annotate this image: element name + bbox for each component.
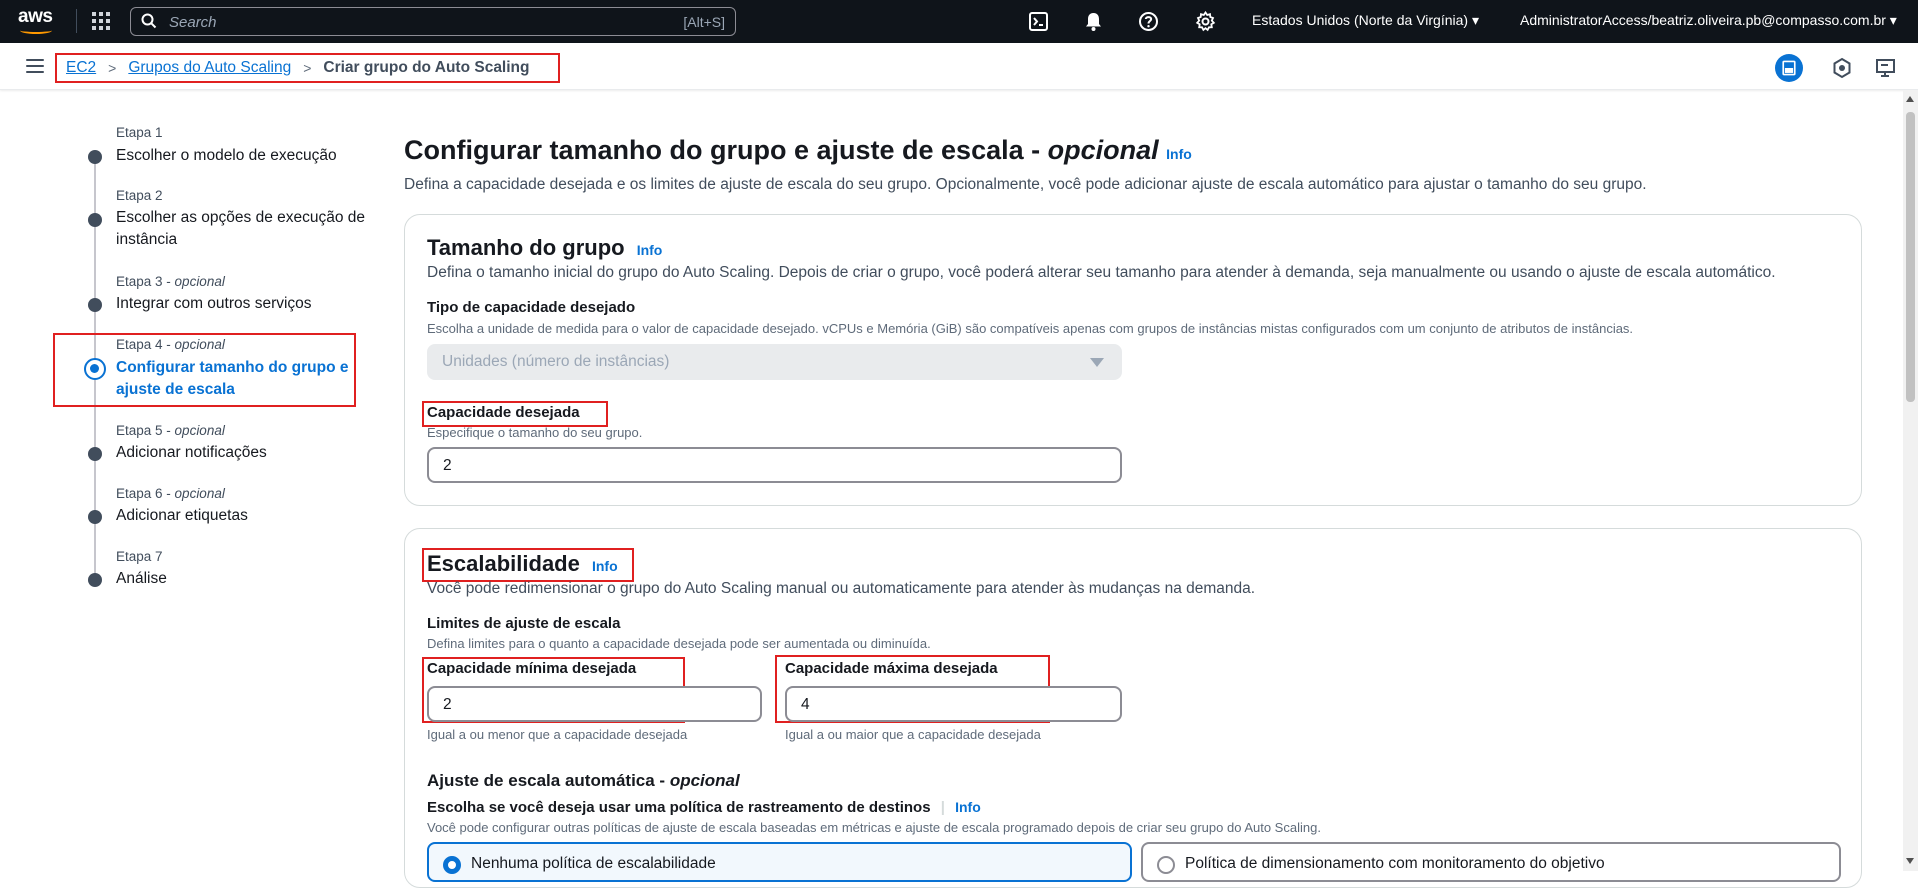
step-label: Etapa 2 [116, 188, 163, 203]
chevron-right-icon: > [303, 60, 312, 76]
search-shortcut: [Alt+S] [683, 14, 725, 30]
step-title: Análise [116, 570, 167, 587]
max-capacity-input[interactable]: 4 [785, 686, 1122, 722]
step-dot-icon [88, 298, 102, 312]
page-title: Configurar tamanho do grupo e ajuste de … [404, 135, 1192, 165]
page-scrollbar[interactable] [1903, 90, 1918, 871]
step-title: Configurar tamanho do grupo e ajuste de … [116, 359, 349, 398]
min-capacity-label: Capacidade mínima desejada [427, 660, 637, 677]
section-title: Escalabilidade Info [427, 551, 618, 576]
notifications-panel-icon[interactable] [1872, 54, 1900, 82]
step-title: Adicionar etiquetas [116, 507, 248, 524]
radio-unselected-icon [1157, 856, 1175, 874]
step-dot-icon [88, 573, 102, 587]
max-capacity-label: Capacidade máxima desejada [785, 660, 998, 677]
chevron-right-icon: > [108, 60, 117, 76]
capacity-type-label: Tipo de capacidade desejado [427, 299, 636, 316]
scaling-card: Escalabilidade Info Você pode redimensio… [404, 528, 1862, 888]
gear-icon[interactable] [1195, 11, 1216, 32]
account-menu[interactable]: AdministratorAccess/beatriz.oliveira.pb@… [1520, 12, 1897, 29]
step-label: Etapa 3 - opcional [116, 274, 225, 289]
desired-capacity-value: 2 [443, 457, 452, 474]
settings-hex-icon[interactable] [1828, 54, 1856, 82]
policy-description: Você pode configurar outras políticas de… [427, 820, 1321, 835]
step-title: Adicionar notificações [116, 444, 267, 461]
max-capacity-value: 4 [801, 696, 810, 713]
capacity-type-description: Escolha a unidade de medida para o valor… [427, 321, 1634, 336]
step-active-icon [84, 358, 106, 380]
aws-smile-icon [20, 27, 52, 34]
scroll-up-icon[interactable] [1906, 96, 1914, 102]
page-description: Defina a capacidade desejada e os limite… [404, 176, 1647, 193]
max-capacity-hint: Igual a ou maior que a capacidade deseja… [785, 727, 1041, 742]
info-link[interactable]: Info [637, 242, 663, 258]
help-icon[interactable] [1138, 11, 1159, 32]
step-dot-icon [88, 150, 102, 164]
step-title: Integrar com outros serviços [116, 295, 312, 312]
min-capacity-value: 2 [443, 696, 452, 713]
step-title: Escolher as opções de execução de instân… [116, 209, 366, 248]
auto-scaling-title: Ajuste de escala automática - opcional [427, 771, 740, 790]
capacity-type-value: Unidades (número de instâncias) [442, 353, 670, 370]
search-placeholder: Search [169, 14, 217, 31]
step-dot-icon [88, 447, 102, 461]
step-connector [94, 160, 96, 220]
step-title: Escolher o modelo de execução [116, 147, 337, 164]
aws-logo[interactable]: aws [18, 6, 58, 36]
step-label: Etapa 4 - opcional [116, 337, 225, 352]
step-connector [94, 223, 96, 305]
step-dot-icon [88, 213, 102, 227]
step-dot-icon [88, 510, 102, 524]
min-capacity-input[interactable]: 2 [427, 686, 762, 722]
step-label: Etapa 7 [116, 549, 163, 564]
menu-icon[interactable] [26, 59, 44, 73]
min-capacity-hint: Igual a ou menor que a capacidade deseja… [427, 727, 688, 742]
region-selector[interactable]: Estados Unidos (Norte da Virgínia) ▾ [1252, 12, 1479, 29]
scaling-limits-description: Defina limites para o quanto a capacidad… [427, 636, 931, 651]
top-navigation: aws Search [Alt+S] Estados Unidos (Norte… [0, 0, 1918, 43]
info-link[interactable]: Info [955, 799, 981, 815]
section-title: Tamanho do grupo Info [427, 235, 663, 260]
breadcrumb-auto-scaling-groups[interactable]: Grupos do Auto Scaling [128, 59, 291, 77]
step-label: Etapa 5 - opcional [116, 423, 225, 438]
capacity-type-select: Unidades (número de instâncias) [427, 344, 1122, 380]
option-no-policy[interactable]: Nenhuma política de escalabilidade [427, 842, 1132, 882]
search-icon [141, 13, 157, 29]
option-label: Política de dimensionamento com monitora… [1185, 855, 1605, 872]
breadcrumb-current: Criar grupo do Auto Scaling [323, 59, 530, 76]
breadcrumb-ec2[interactable]: EC2 [66, 59, 96, 77]
scaling-limits-label: Limites de ajuste de escala [427, 615, 621, 632]
scroll-down-icon[interactable] [1906, 858, 1914, 864]
desired-capacity-description: Especifique o tamanho do seu grupo. [427, 425, 643, 440]
breadcrumb: EC2 > Grupos do Auto Scaling > Criar gru… [55, 53, 560, 83]
section-description: Defina o tamanho inicial do grupo do Aut… [427, 264, 1776, 281]
step-label: Etapa 1 [116, 125, 163, 140]
group-size-card: Tamanho do grupo Info Defina o tamanho i… [404, 214, 1862, 506]
option-label: Nenhuma política de escalabilidade [471, 855, 716, 872]
radio-selected-icon [443, 856, 461, 874]
panel-toggle-icon[interactable] [1775, 54, 1803, 82]
step-label: Etapa 6 - opcional [116, 486, 225, 501]
section-description: Você pode redimensionar o grupo do Auto … [427, 580, 1256, 597]
caret-down-icon [1090, 358, 1104, 367]
desired-capacity-label: Capacidade desejada [427, 404, 580, 421]
scroll-thumb[interactable] [1906, 112, 1915, 402]
bell-icon[interactable] [1083, 11, 1104, 32]
option-target-tracking[interactable]: Política de dimensionamento com monitora… [1141, 842, 1841, 882]
nav-divider [76, 9, 77, 33]
policy-label: Escolha se você deseja usar uma política… [427, 799, 981, 816]
breadcrumb-bar: EC2 > Grupos do Auto Scaling > Criar gru… [0, 43, 1918, 90]
nav-spacer [1068, 9, 1069, 33]
info-link[interactable]: Info [592, 558, 618, 574]
aws-logo-text: aws [18, 6, 53, 27]
cloudshell-icon[interactable] [1028, 11, 1049, 32]
info-link[interactable]: Info [1166, 146, 1192, 162]
step-connector [94, 458, 96, 513]
search-input[interactable]: Search [Alt+S] [130, 7, 736, 36]
step-connector [94, 520, 96, 580]
services-grid-icon[interactable] [92, 12, 110, 30]
desired-capacity-input[interactable]: 2 [427, 447, 1122, 483]
